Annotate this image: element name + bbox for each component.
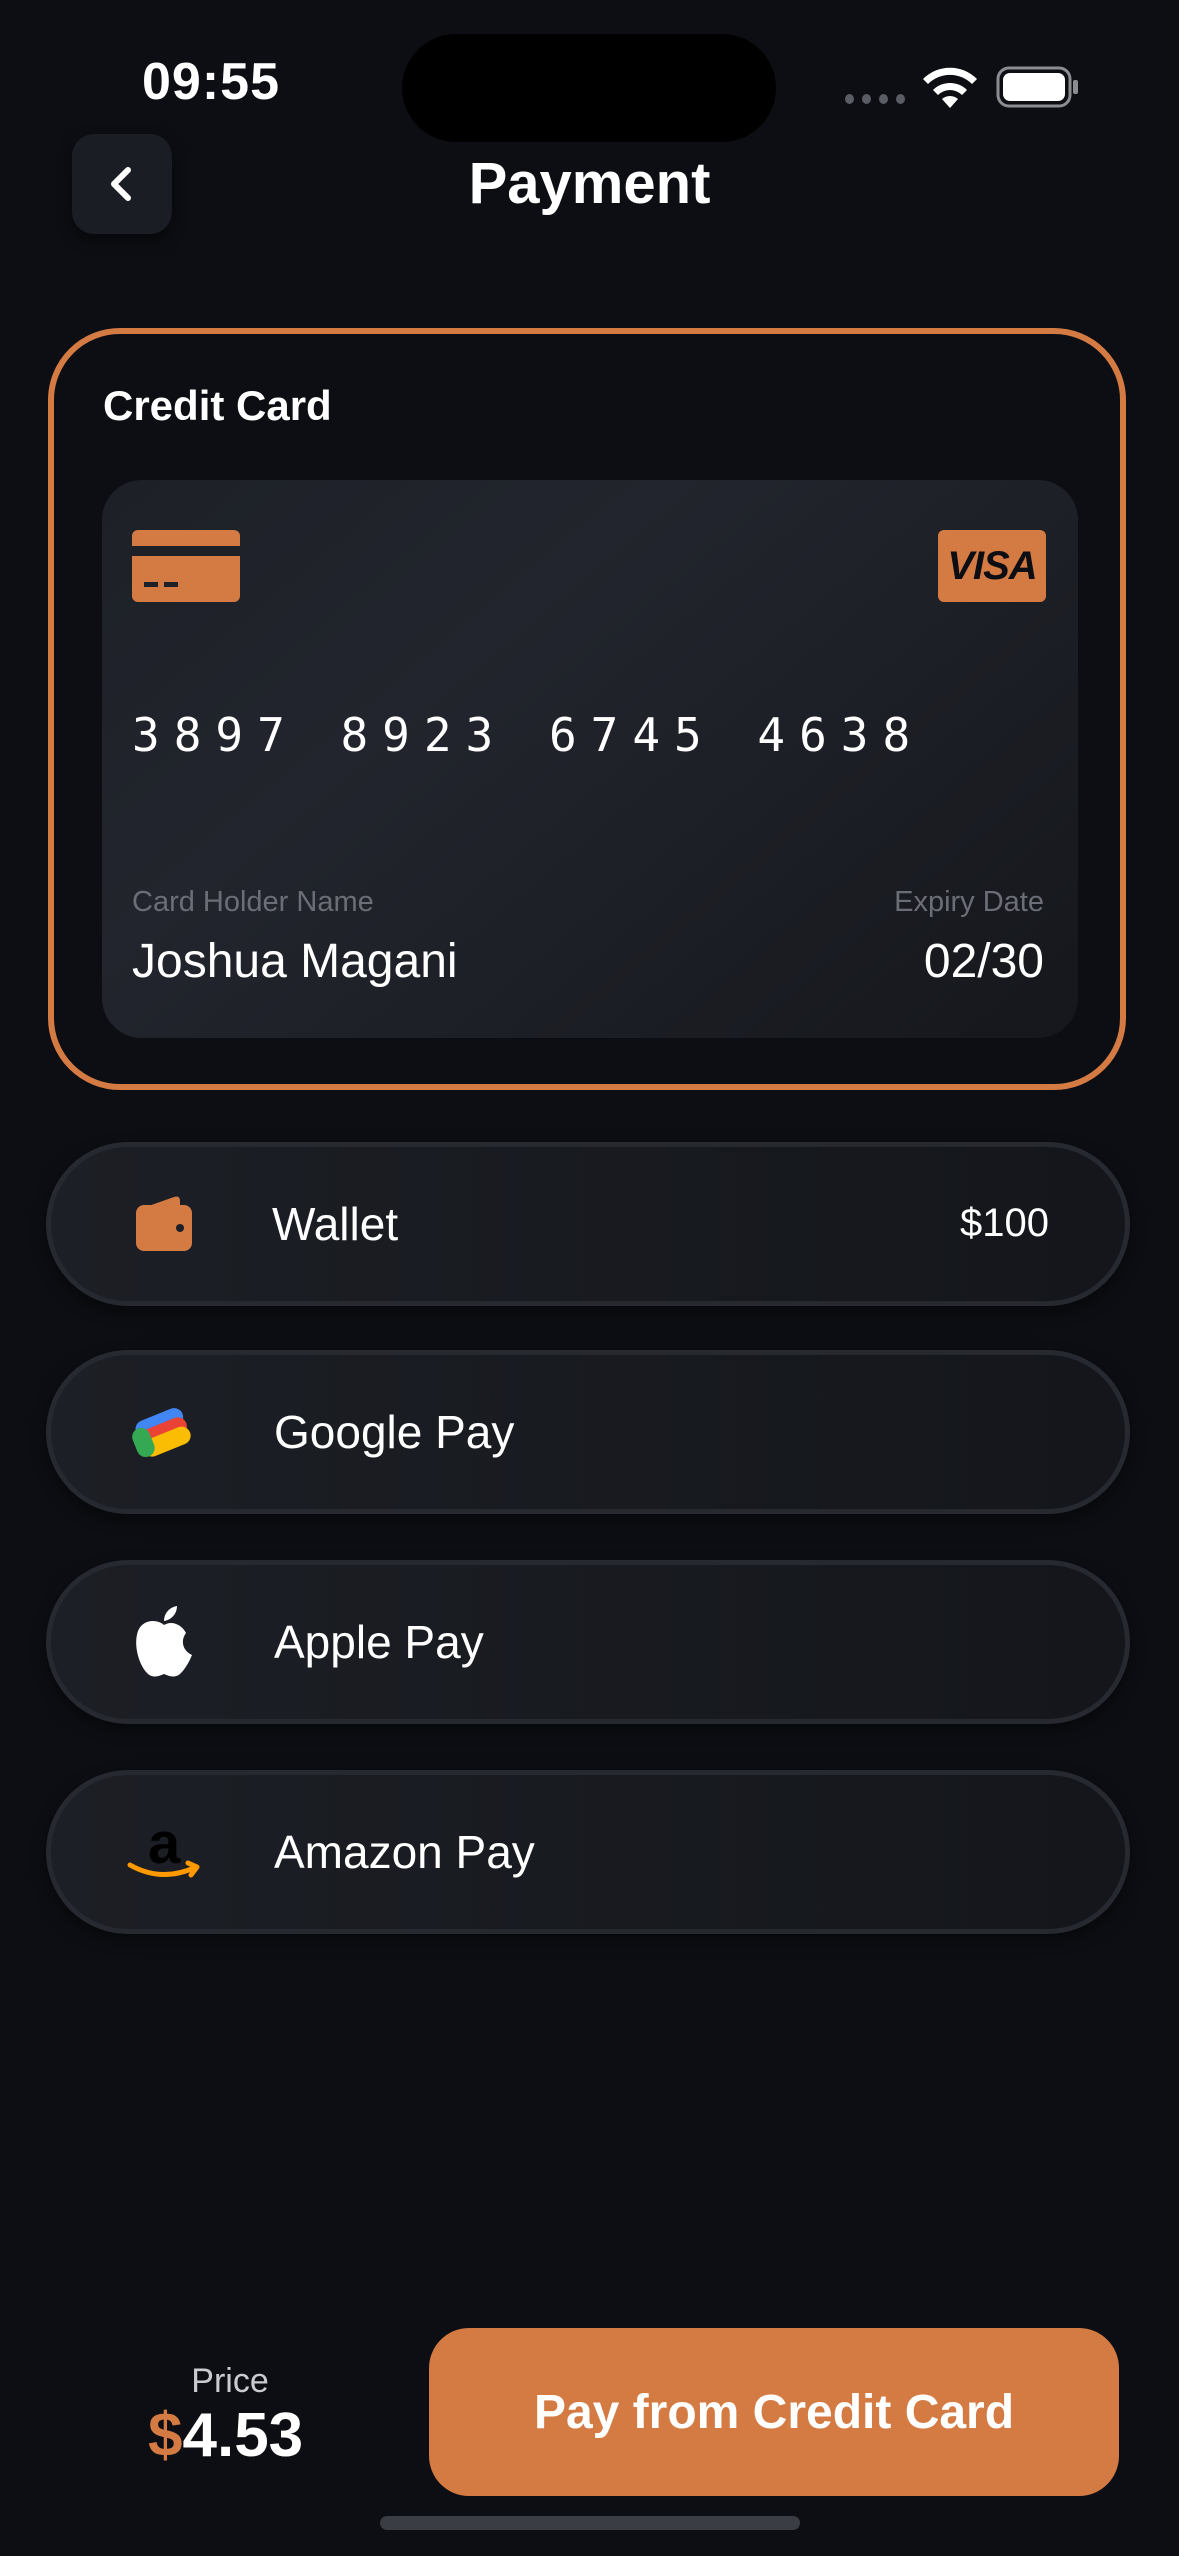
google-pay-icon [124, 1392, 204, 1472]
home-indicator[interactable] [380, 2516, 800, 2530]
wallet-icon [124, 1184, 204, 1264]
method-label-apple-pay: Apple Pay [274, 1616, 484, 1668]
apple-icon [124, 1602, 204, 1682]
card-number: 3897 8923 6745 4638 [132, 708, 925, 762]
expiry-date-label: Expiry Date [894, 886, 1044, 918]
expiry-date-value: 02/30 [923, 935, 1044, 988]
method-label-wallet: Wallet [272, 1198, 399, 1250]
visa-logo: VISA [938, 530, 1046, 602]
method-label-google-pay: Google Pay [274, 1406, 515, 1458]
method-label-amazon-pay: Amazon Pay [274, 1826, 535, 1878]
price-currency: $ [148, 2401, 183, 2470]
status-time: 09:55 [142, 53, 280, 111]
price-label: Price [191, 2362, 269, 2400]
card-holder-name: Joshua Magani [132, 935, 458, 988]
card-icon [132, 530, 240, 602]
amazon-pay-option[interactable] [46, 1770, 1130, 1934]
apple-pay-option[interactable] [46, 1560, 1130, 1724]
price-amount: 4.53 [182, 2401, 304, 2470]
credit-card-section-title: Credit Card [103, 382, 332, 429]
svg-text:a: a [148, 1817, 181, 1876]
price-value: $4.53 [148, 2400, 303, 2471]
amazon-icon: a [124, 1812, 204, 1892]
battery-icon [996, 66, 1078, 108]
cellular-signal-icon [845, 94, 905, 106]
wallet-balance: $100 [960, 1201, 1049, 1245]
wifi-icon [923, 67, 977, 108]
dynamic-island [402, 34, 776, 142]
page-title: Payment [468, 151, 711, 216]
pay-button[interactable]: Pay from Credit Card [429, 2328, 1119, 2496]
google-pay-option[interactable] [46, 1350, 1130, 1514]
card-holder-label: Card Holder Name [132, 886, 374, 918]
